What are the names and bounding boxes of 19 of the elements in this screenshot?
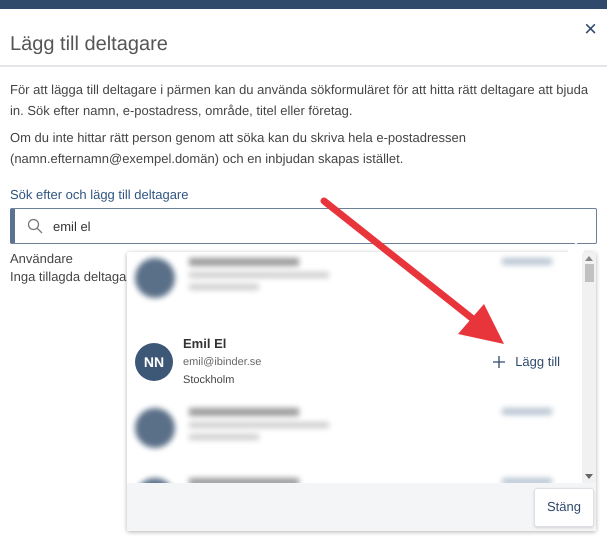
- plus-icon: [493, 356, 506, 368]
- person-email: emil@ibinder.se: [183, 355, 262, 370]
- search-text: emil el: [53, 218, 91, 236]
- scroll-thumb[interactable]: [584, 264, 594, 282]
- person-name: Emil El: [183, 335, 228, 353]
- scrollbar[interactable]: [582, 252, 596, 483]
- intro-paragraph: För att lägga till deltagare i pärmen kan du använda sökformuläret för att hitta rätt deltagare att bjuda in. Sök efter namn, e-postadress, område, titel eller företag.: [10, 81, 590, 120]
- search-label: Sök efter och lägg till deltagare: [10, 186, 190, 204]
- search-icon: [27, 218, 43, 234]
- dialog-title: Lägg till deltagare: [10, 32, 168, 57]
- add-button[interactable]: Lägg till: [493, 352, 560, 372]
- close-button[interactable]: Stäng: [534, 488, 594, 526]
- avatar: NN: [135, 343, 173, 381]
- section-heading: Användare: [10, 250, 73, 268]
- person-location: Stockholm: [183, 373, 236, 388]
- empty-message: Inga tillagda deltaga: [10, 268, 126, 286]
- search-field[interactable]: emil el: [10, 208, 597, 244]
- close-button[interactable]: ×: [584, 18, 597, 40]
- intro-paragraph: Om du inte hittar rätt person genom att söka kan du skriva hela e-postadressen (namn.efternamn@exempel.domän) och en inbjudan skapas istället.: [10, 129, 467, 168]
